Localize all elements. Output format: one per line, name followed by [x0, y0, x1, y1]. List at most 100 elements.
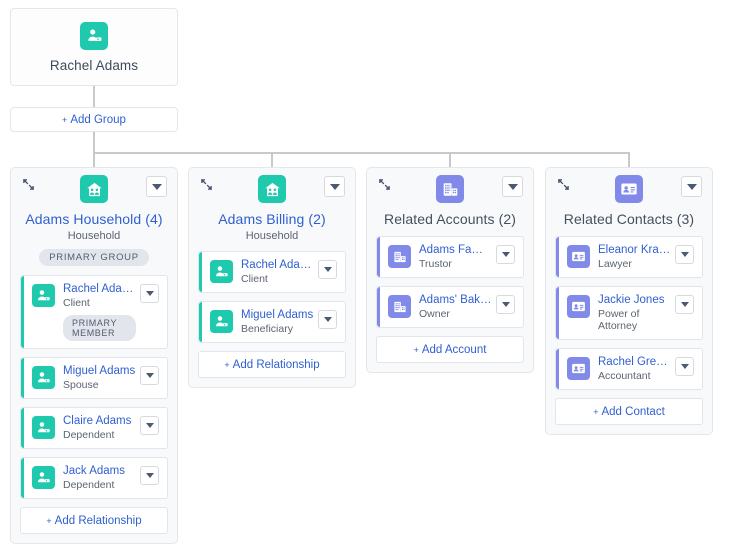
- member-row[interactable]: Claire Adams Dependent: [20, 407, 168, 449]
- root-person-card[interactable]: Rachel Adams: [10, 8, 178, 86]
- group-card-related-accounts[interactable]: Related Accounts (2) Adams Family T... T…: [366, 167, 534, 373]
- member-menu-button[interactable]: [140, 466, 159, 485]
- person-card-icon: [32, 366, 55, 389]
- collapse-icon[interactable]: [557, 178, 571, 192]
- group-title: Adams Household (4): [25, 211, 163, 227]
- member-menu-button[interactable]: [675, 357, 694, 376]
- chevron-down-icon: [507, 183, 518, 190]
- member-menu-button[interactable]: [496, 245, 515, 264]
- collapse-icon[interactable]: [22, 178, 36, 192]
- add-button-label: Add Account: [421, 343, 487, 356]
- member-name[interactable]: Adams' Bakery: [419, 294, 492, 306]
- root-person-name: Rachel Adams: [49, 57, 139, 73]
- relationship-map-canvas: Rachel Adams + Add Group Adams Household…: [0, 0, 732, 544]
- member-name[interactable]: Adams Family T...: [419, 244, 491, 256]
- member-name[interactable]: Miguel Adams: [241, 309, 314, 321]
- group-card-adams-household[interactable]: Adams Household (4) Household PRIMARY GRO…: [10, 167, 178, 544]
- member-row[interactable]: Rachel Greenfi... Accountant: [555, 348, 703, 390]
- member-row[interactable]: Jackie Jones Power of Attorney: [555, 286, 703, 340]
- member-name[interactable]: Rachel Greenfi...: [598, 356, 670, 368]
- collapse-icon[interactable]: [200, 178, 214, 192]
- row-accent-bar: [199, 302, 202, 342]
- group-header: [198, 175, 346, 209]
- member-role: Trustor: [419, 258, 452, 270]
- group-header: [555, 175, 703, 209]
- household-icon: [258, 175, 286, 203]
- connector-addgroup-down: [93, 132, 95, 153]
- person-card-icon: [210, 310, 233, 333]
- member-row[interactable]: Adams Family T... Trustor: [376, 236, 524, 278]
- connector-drop-4: [628, 152, 630, 168]
- add-group-label: Add Group: [70, 113, 126, 126]
- add-group-button[interactable]: + Add Group: [10, 107, 178, 132]
- group-card-adams-billing[interactable]: Adams Billing (2) Household Rachel Adams …: [188, 167, 356, 388]
- row-accent-bar: [377, 287, 380, 327]
- member-name[interactable]: Jack Adams: [63, 465, 136, 477]
- member-row[interactable]: Rachel Adams Client PRIMARY MEMBER: [20, 275, 168, 349]
- member-menu-button[interactable]: [496, 295, 515, 314]
- add-related-accounts-button[interactable]: + Add Account: [376, 336, 524, 363]
- add-adams-household-button[interactable]: + Add Relationship: [20, 507, 168, 534]
- building-icon: [388, 245, 411, 268]
- chevron-down-icon: [501, 302, 510, 307]
- connector-drop-2: [271, 152, 273, 168]
- member-name[interactable]: Rachel Adams: [241, 259, 314, 271]
- member-row[interactable]: Miguel Adams Spouse: [20, 357, 168, 399]
- member-name[interactable]: Claire Adams: [63, 415, 136, 427]
- member-name[interactable]: Jackie Jones: [598, 294, 671, 306]
- connector-drop-1: [93, 152, 95, 168]
- member-menu-button[interactable]: [140, 416, 159, 435]
- group-menu-button[interactable]: [681, 176, 702, 197]
- member-menu-button[interactable]: [140, 284, 159, 303]
- group-title: Related Contacts (3): [563, 211, 695, 227]
- member-menu-button[interactable]: [675, 295, 694, 314]
- group-menu-button[interactable]: [502, 176, 523, 197]
- member-text: Adams' Bakery Owner: [419, 294, 492, 320]
- plus-icon: +: [593, 406, 599, 417]
- plus-icon: +: [62, 114, 68, 125]
- chevron-down-icon: [680, 252, 689, 257]
- connector-horizontal-bus: [93, 152, 630, 154]
- member-row[interactable]: Adams' Bakery Owner: [376, 286, 524, 328]
- member-row[interactable]: Miguel Adams Beneficiary: [198, 301, 346, 343]
- member-menu-button[interactable]: [318, 260, 337, 279]
- member-name[interactable]: Miguel Adams: [63, 365, 136, 377]
- chevron-down-icon: [323, 267, 332, 272]
- member-name[interactable]: Rachel Adams: [63, 283, 136, 295]
- member-row[interactable]: Jack Adams Dependent: [20, 457, 168, 499]
- add-related-contacts-button[interactable]: + Add Contact: [555, 398, 703, 425]
- member-role: Client: [63, 297, 90, 309]
- member-menu-button[interactable]: [318, 310, 337, 329]
- group-menu-button[interactable]: [324, 176, 345, 197]
- group-subtitle: Household: [67, 230, 121, 242]
- building-icon: [388, 295, 411, 318]
- group-menu-button[interactable]: [146, 176, 167, 197]
- member-menu-button[interactable]: [140, 366, 159, 385]
- plus-icon: +: [413, 344, 419, 355]
- member-name[interactable]: Eleanor Kravitz: [598, 244, 671, 256]
- row-accent-bar: [556, 349, 559, 389]
- member-role: Dependent: [63, 429, 115, 441]
- group-card-related-contacts[interactable]: Related Contacts (3) Eleanor Kravitz Law…: [545, 167, 713, 435]
- member-row[interactable]: Rachel Adams Client: [198, 251, 346, 293]
- member-role: Client: [241, 273, 268, 285]
- person-card-icon: [32, 284, 55, 307]
- row-accent-bar: [21, 458, 24, 498]
- member-menu-button[interactable]: [675, 245, 694, 264]
- member-text: Rachel Adams Client PRIMARY MEMBER: [63, 283, 136, 341]
- chevron-down-icon: [145, 473, 154, 478]
- member-row[interactable]: Eleanor Kravitz Lawyer: [555, 236, 703, 278]
- row-accent-bar: [556, 287, 559, 339]
- chevron-down-icon: [145, 291, 154, 296]
- member-text: Rachel Adams Client: [241, 259, 314, 285]
- contact-card-icon: [615, 175, 643, 203]
- contact-card-icon: [567, 295, 590, 318]
- member-role: Accountant: [598, 370, 651, 382]
- group-header: [376, 175, 524, 209]
- plus-icon: +: [224, 359, 230, 370]
- group-subtitle: Household: [245, 230, 299, 242]
- add-adams-billing-button[interactable]: + Add Relationship: [198, 351, 346, 378]
- contact-card-icon: [567, 357, 590, 380]
- collapse-icon[interactable]: [378, 178, 392, 192]
- group-title: Related Accounts (2): [384, 211, 516, 227]
